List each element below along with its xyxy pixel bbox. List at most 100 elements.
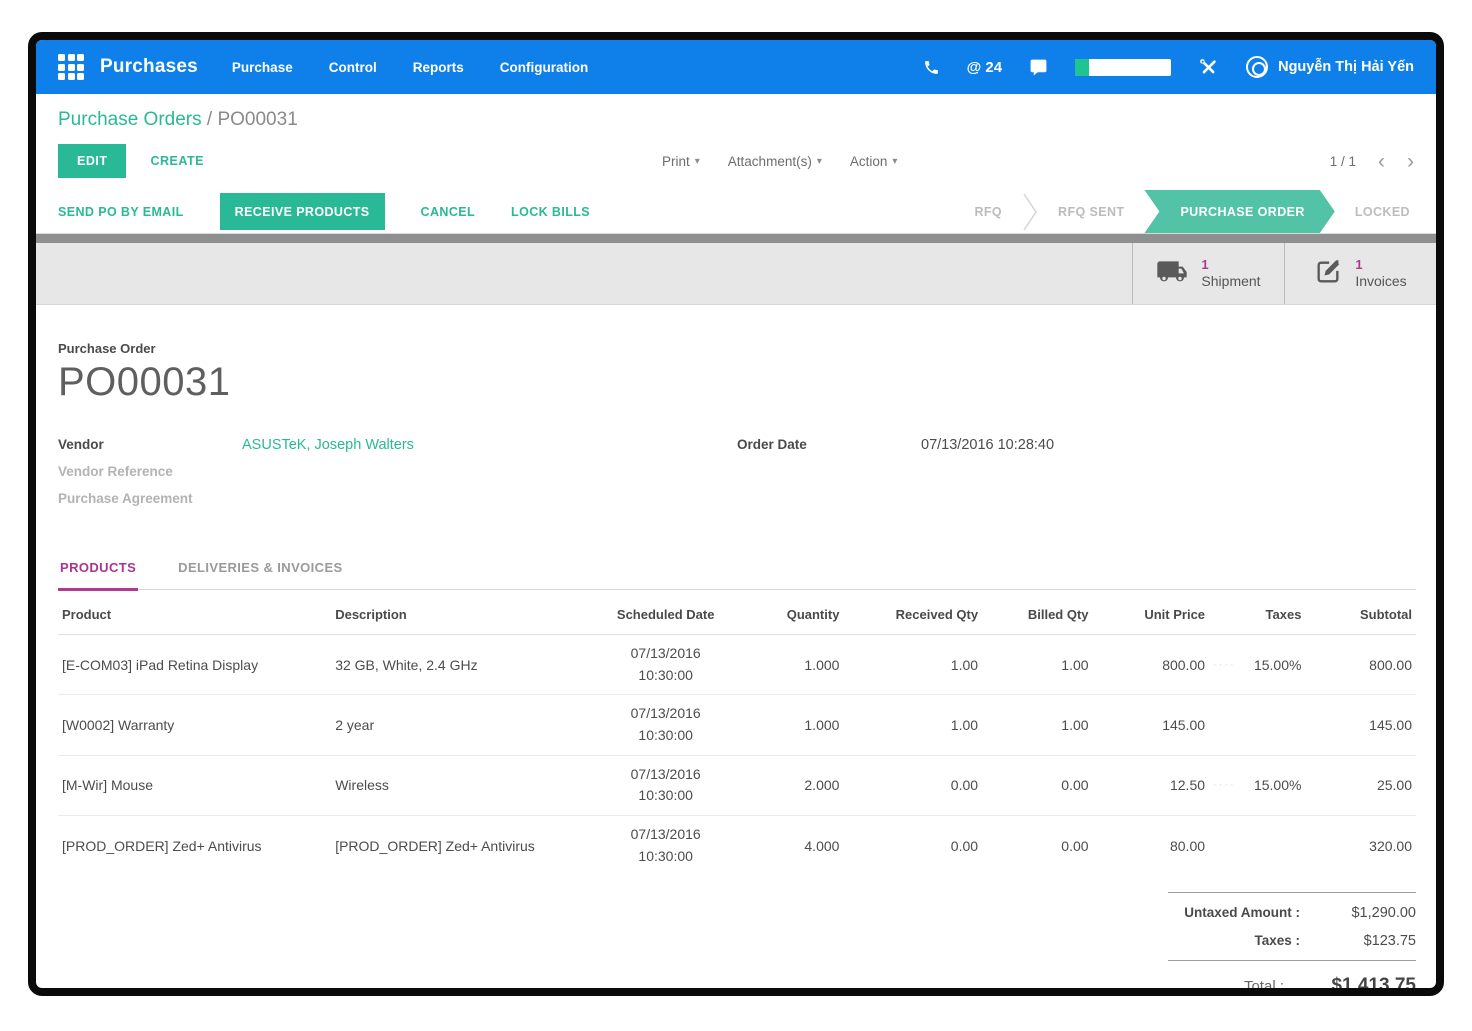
record-dropdowns: Print▾ Attachment(s)▾ Action▾ xyxy=(662,154,897,169)
cell-taxes: ····15.00% xyxy=(1209,755,1305,815)
cell-billed-qty: 1.00 xyxy=(982,695,1092,755)
col-header-billed-qty[interactable]: Billed Qty xyxy=(982,590,1092,635)
app-window: Purchases Purchase Control Reports Confi… xyxy=(28,32,1444,996)
nav-menu-control[interactable]: Control xyxy=(329,60,377,75)
cell-product: [M-Wir] Mouse xyxy=(58,755,331,815)
col-header-unit-price[interactable]: Unit Price xyxy=(1093,590,1210,635)
invoices-label: Invoices xyxy=(1355,273,1406,291)
stage-rfq[interactable]: RFQ xyxy=(954,190,1022,233)
user-menu[interactable]: Nguyễn Thị Hải Yến xyxy=(1246,56,1414,78)
shipment-smart-button[interactable]: 1 Shipment xyxy=(1132,243,1284,304)
table-row[interactable]: [PROD_ORDER] Zed+ Antivirus [PROD_ORDER]… xyxy=(58,816,1416,876)
untaxed-amount-value: $1,290.00 xyxy=(1300,905,1416,921)
col-header-received-qty[interactable]: Received Qty xyxy=(843,590,982,635)
pager-counter: 1 / 1 xyxy=(1330,154,1356,169)
table-row[interactable]: [E-COM03] iPad Retina Display 32 GB, Whi… xyxy=(58,635,1416,695)
nav-menu-purchase[interactable]: Purchase xyxy=(232,60,293,75)
usage-progress-bar[interactable] xyxy=(1075,59,1171,76)
cell-product: [PROD_ORDER] Zed+ Antivirus xyxy=(58,816,331,876)
tools-icon[interactable] xyxy=(1198,57,1219,78)
send-po-by-email-button[interactable]: SEND PO BY EMAIL xyxy=(58,205,184,219)
breadcrumb-bar: Purchase Orders / PO00031 EDIT CREATE Pr… xyxy=(36,94,1436,190)
col-header-scheduled-date[interactable]: Scheduled Date xyxy=(600,590,731,635)
taxes-value: $123.75 xyxy=(1300,933,1416,949)
action-dropdown[interactable]: Action▾ xyxy=(850,154,898,169)
shipment-count: 1 xyxy=(1201,257,1260,273)
cell-scheduled-date: 07/13/201610:30:00 xyxy=(600,695,731,755)
phone-icon[interactable] xyxy=(923,59,940,76)
cell-description: 2 year xyxy=(331,695,600,755)
control-row: EDIT CREATE Print▾ Attachment(s)▾ Action… xyxy=(58,144,1414,178)
cell-quantity: 1.000 xyxy=(731,695,843,755)
cell-unit-price: 800.00 xyxy=(1093,635,1210,695)
cell-quantity: 4.000 xyxy=(731,816,843,876)
cell-unit-price: 80.00 xyxy=(1093,816,1210,876)
cell-scheduled-date: 07/13/201610:30:00 xyxy=(600,816,731,876)
app-title[interactable]: Purchases xyxy=(100,56,198,78)
print-dropdown[interactable]: Print▾ xyxy=(662,154,700,169)
order-date-value: 07/13/2016 10:28:40 xyxy=(921,437,1054,454)
cell-billed-qty: 0.00 xyxy=(982,755,1092,815)
statusbar-shadow xyxy=(36,234,1436,243)
vendor-value[interactable]: ASUSTeK, Joseph Walters xyxy=(242,437,414,454)
top-navbar: Purchases Purchase Control Reports Confi… xyxy=(36,40,1436,94)
receive-products-button[interactable]: RECEIVE PRODUCTS xyxy=(220,193,385,230)
stage-locked[interactable]: LOCKED xyxy=(1335,190,1436,233)
tax-handle-dots: ···· xyxy=(1213,779,1236,791)
breadcrumb: Purchase Orders / PO00031 xyxy=(58,109,1414,131)
cell-received-qty: 0.00 xyxy=(843,816,982,876)
col-header-product[interactable]: Product xyxy=(58,590,331,635)
breadcrumb-parent[interactable]: Purchase Orders xyxy=(58,109,202,130)
status-actions: SEND PO BY EMAIL RECEIVE PRODUCTS CANCEL… xyxy=(58,190,590,233)
nav-menu-reports[interactable]: Reports xyxy=(413,60,464,75)
cell-billed-qty: 0.00 xyxy=(982,816,1092,876)
cell-received-qty: 1.00 xyxy=(843,695,982,755)
cell-unit-price: 12.50 xyxy=(1093,755,1210,815)
tab-deliveries-invoices[interactable]: DELIVERIES & INVOICES xyxy=(176,560,344,591)
purchase-agreement-label: Purchase Agreement xyxy=(58,491,242,508)
table-row[interactable]: [W0002] Warranty 2 year 07/13/201610:30:… xyxy=(58,695,1416,755)
chat-icon[interactable] xyxy=(1029,58,1048,77)
breadcrumb-separator: / xyxy=(207,109,218,130)
cell-product: [W0002] Warranty xyxy=(58,695,331,755)
tab-products[interactable]: PRODUCTS xyxy=(58,560,138,591)
taxes-label: Taxes : xyxy=(1254,933,1300,948)
col-header-taxes[interactable]: Taxes xyxy=(1209,590,1305,635)
cell-scheduled-date: 07/13/201610:30:00 xyxy=(600,755,731,815)
pager-next-icon[interactable]: › xyxy=(1407,151,1414,172)
invoice-icon xyxy=(1314,258,1342,289)
record-type-label: Purchase Order xyxy=(58,341,1416,356)
apps-grid-icon[interactable] xyxy=(58,54,84,80)
create-button[interactable]: CREATE xyxy=(150,154,203,168)
attachments-dropdown[interactable]: Attachment(s)▾ xyxy=(728,154,822,169)
truck-icon xyxy=(1156,259,1188,288)
cell-product: [E-COM03] iPad Retina Display xyxy=(58,635,331,695)
cell-quantity: 2.000 xyxy=(731,755,843,815)
nav-menu-configuration[interactable]: Configuration xyxy=(500,60,588,75)
stage-rfq-sent[interactable]: RFQ SENT xyxy=(1038,190,1144,233)
caret-down-icon: ▾ xyxy=(892,156,897,167)
invoices-smart-button[interactable]: 1 Invoices xyxy=(1284,243,1436,304)
col-header-subtotal[interactable]: Subtotal xyxy=(1305,590,1416,635)
shipment-label: Shipment xyxy=(1201,273,1260,291)
table-row[interactable]: [M-Wir] Mouse Wireless 07/13/201610:30:0… xyxy=(58,755,1416,815)
notebook-tabs: PRODUCTS DELIVERIES & INVOICES xyxy=(58,560,1416,590)
cell-billed-qty: 1.00 xyxy=(982,635,1092,695)
col-header-quantity[interactable]: Quantity xyxy=(731,590,843,635)
lock-bills-button[interactable]: LOCK BILLS xyxy=(511,205,590,219)
cell-taxes xyxy=(1209,816,1305,876)
nav-right: @ 24 Nguyễn Thị Hải Yến xyxy=(923,56,1414,78)
caret-down-icon: ▾ xyxy=(817,156,822,167)
col-header-description[interactable]: Description xyxy=(331,590,600,635)
cancel-button[interactable]: CANCEL xyxy=(421,205,475,219)
caret-down-icon: ▾ xyxy=(695,156,700,167)
field-group: Vendor ASUSTeK, Joseph Walters Vendor Re… xyxy=(58,437,1416,518)
user-avatar xyxy=(1246,56,1268,78)
pager-prev-icon[interactable]: ‹ xyxy=(1378,151,1385,172)
breadcrumb-current: PO00031 xyxy=(217,109,297,130)
vendor-label: Vendor xyxy=(58,437,242,454)
activity-counter[interactable]: @ 24 xyxy=(967,59,1002,76)
status-pipeline: RFQ RFQ SENT PURCHASE ORDER LOCKED xyxy=(954,190,1436,233)
stage-purchase-order[interactable]: PURCHASE ORDER xyxy=(1144,190,1334,233)
edit-button[interactable]: EDIT xyxy=(58,144,126,178)
